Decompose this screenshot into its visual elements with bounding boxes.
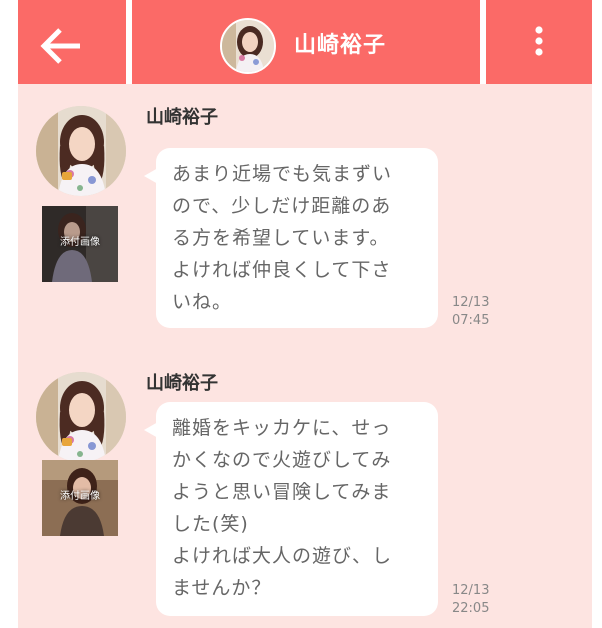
message-item: 添付画像 山崎裕子 離婚をキッカケに、せっ かくなので火遊びしてみ ようと思い冒… xyxy=(18,350,592,620)
sender-avatar[interactable] xyxy=(36,106,126,196)
header-avatar-photo xyxy=(222,20,274,72)
header-bar: 山崎裕子 xyxy=(18,0,592,84)
attachment-label: 添付画像 xyxy=(60,237,100,248)
sender-avatar-photo xyxy=(36,372,126,462)
back-cell xyxy=(18,0,126,84)
sender-avatar-photo xyxy=(36,106,126,196)
attached-image-thumbnail[interactable]: 添付画像 xyxy=(42,460,118,536)
message-text: あまり近場でも気まずい ので、少しだけ距離のあ る方を希望しています。 よければ… xyxy=(172,163,393,313)
message-timestamp: 12/13 07:45 xyxy=(452,295,490,328)
sender-name: 山崎裕子 xyxy=(146,373,218,394)
header-avatar[interactable] xyxy=(220,18,276,74)
sender-avatar[interactable] xyxy=(36,372,126,462)
attached-image-thumbnail[interactable]: 添付画像 xyxy=(42,206,118,282)
page-title: 山崎裕子 xyxy=(294,33,387,58)
message-bubble: あまり近場でも気まずい ので、少しだけ距離のあ る方を希望しています。 よければ… xyxy=(144,148,438,328)
back-arrow-icon xyxy=(40,28,80,64)
kebab-menu-icon xyxy=(535,26,543,56)
back-button[interactable] xyxy=(40,26,84,66)
more-menu-button[interactable] xyxy=(524,22,554,62)
sender-name: 山崎裕子 xyxy=(146,107,218,128)
message-item: 添付画像 山崎裕子 あまり近場でも気まずい ので、少しだけ距離のあ る方を希望し… xyxy=(18,84,592,336)
title-cell: 山崎裕子 xyxy=(132,0,480,84)
bubble-tail xyxy=(144,168,158,184)
bubble-tail xyxy=(144,422,158,438)
chat-screen: 山崎裕子 添付画像 山崎裕子 あまり近場でも気まずい ので、少しだけ距離のあ る… xyxy=(18,0,592,628)
message-text: 離婚をキッカケに、せっ かくなので火遊びしてみ ようと思い冒険してみま した(笑… xyxy=(172,417,393,599)
menu-cell xyxy=(486,0,592,84)
attachment-label: 添付画像 xyxy=(60,491,100,502)
message-bubble: 離婚をキッカケに、せっ かくなので火遊びしてみ ようと思い冒険してみま した(笑… xyxy=(144,402,438,616)
message-timestamp: 12/13 22:05 xyxy=(452,583,490,616)
